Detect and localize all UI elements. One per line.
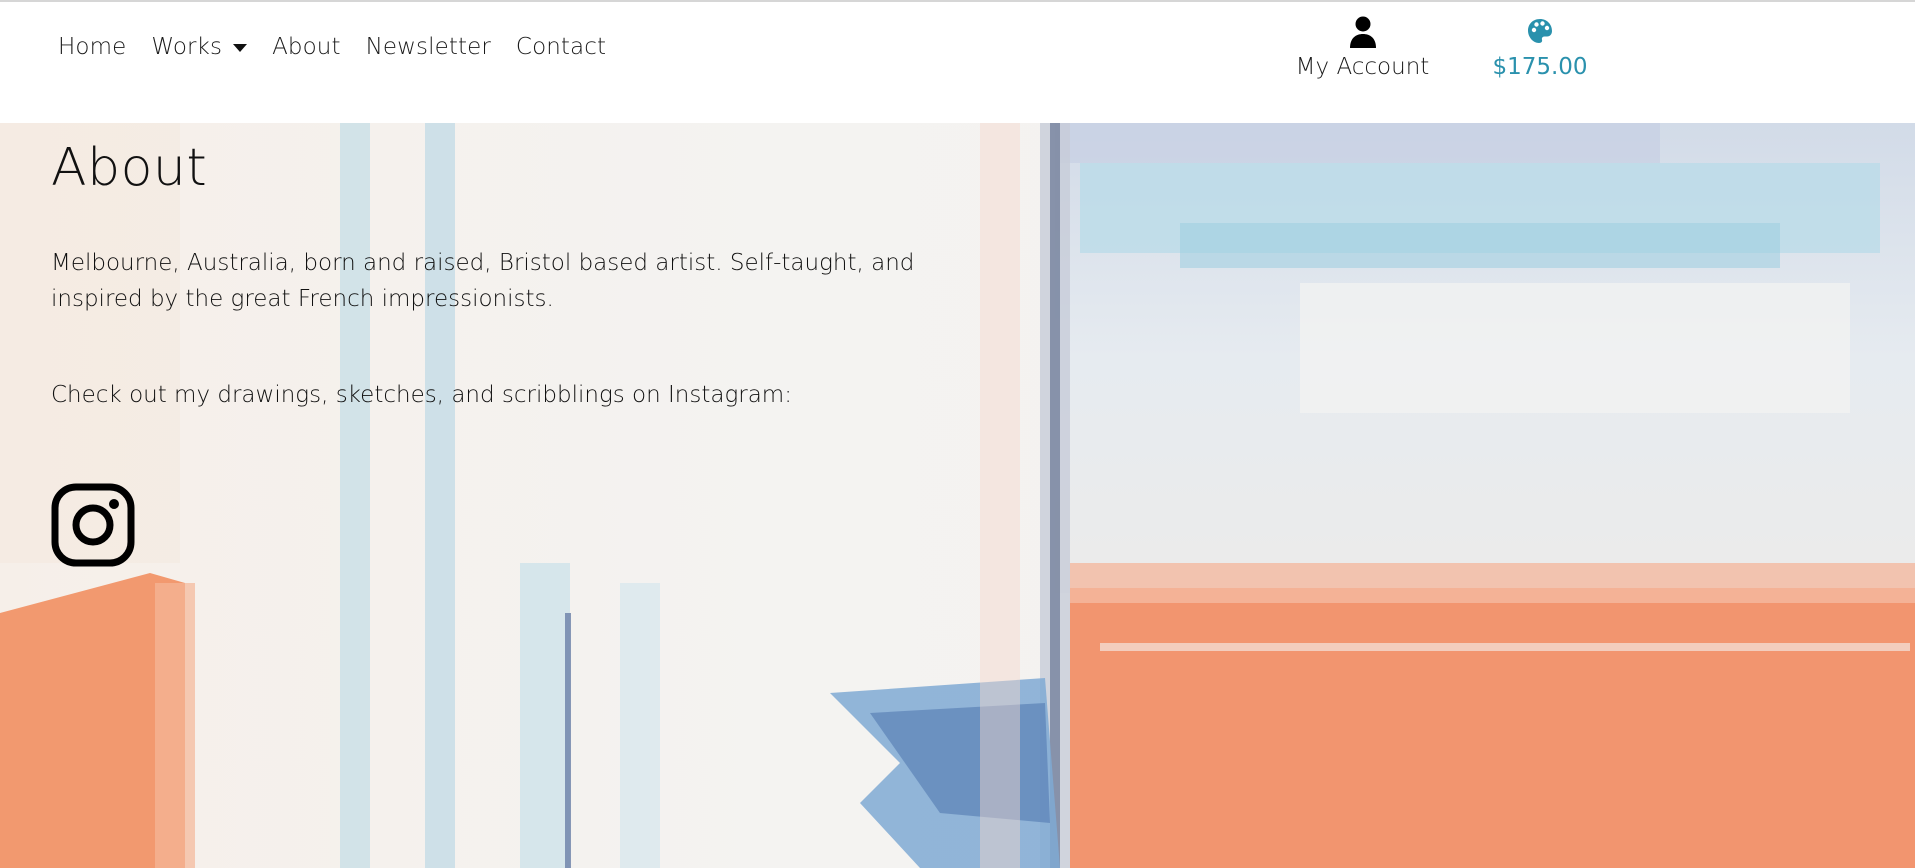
- my-account-link[interactable]: My Account: [1290, 16, 1435, 84]
- main-nav: Home Works About Newsletter Contact: [58, 30, 631, 64]
- palette-icon: [1528, 19, 1552, 43]
- instagram-callout: Check out my drawings, sketches, and scr…: [51, 382, 792, 408]
- about-paragraph: Melbourne, Australia, born and raised, B…: [51, 250, 915, 312]
- nav-contact-link[interactable]: Contact: [516, 30, 606, 64]
- caret-down-icon: [233, 44, 248, 52]
- nav-works-dropdown[interactable]: Works: [151, 30, 248, 64]
- nav-works-label: Works: [151, 34, 223, 60]
- nav-newsletter-link[interactable]: Newsletter: [366, 30, 491, 64]
- navbar: Home Works About Newsletter Contact My A…: [0, 2, 1915, 123]
- about-section: About Melbourne, Australia, born and rai…: [0, 123, 1915, 868]
- page-title: About: [51, 138, 208, 198]
- nav-about-link[interactable]: About: [272, 30, 341, 64]
- about-content: About Melbourne, Australia, born and rai…: [51, 133, 951, 567]
- nav-home-link[interactable]: Home: [58, 30, 126, 64]
- my-account-label: My Account: [1295, 54, 1430, 80]
- user-icon: [1349, 16, 1376, 48]
- instagram-icon[interactable]: [51, 483, 135, 567]
- cart-link[interactable]: $175.00: [1490, 16, 1590, 84]
- cart-total: $175.00: [1492, 54, 1588, 80]
